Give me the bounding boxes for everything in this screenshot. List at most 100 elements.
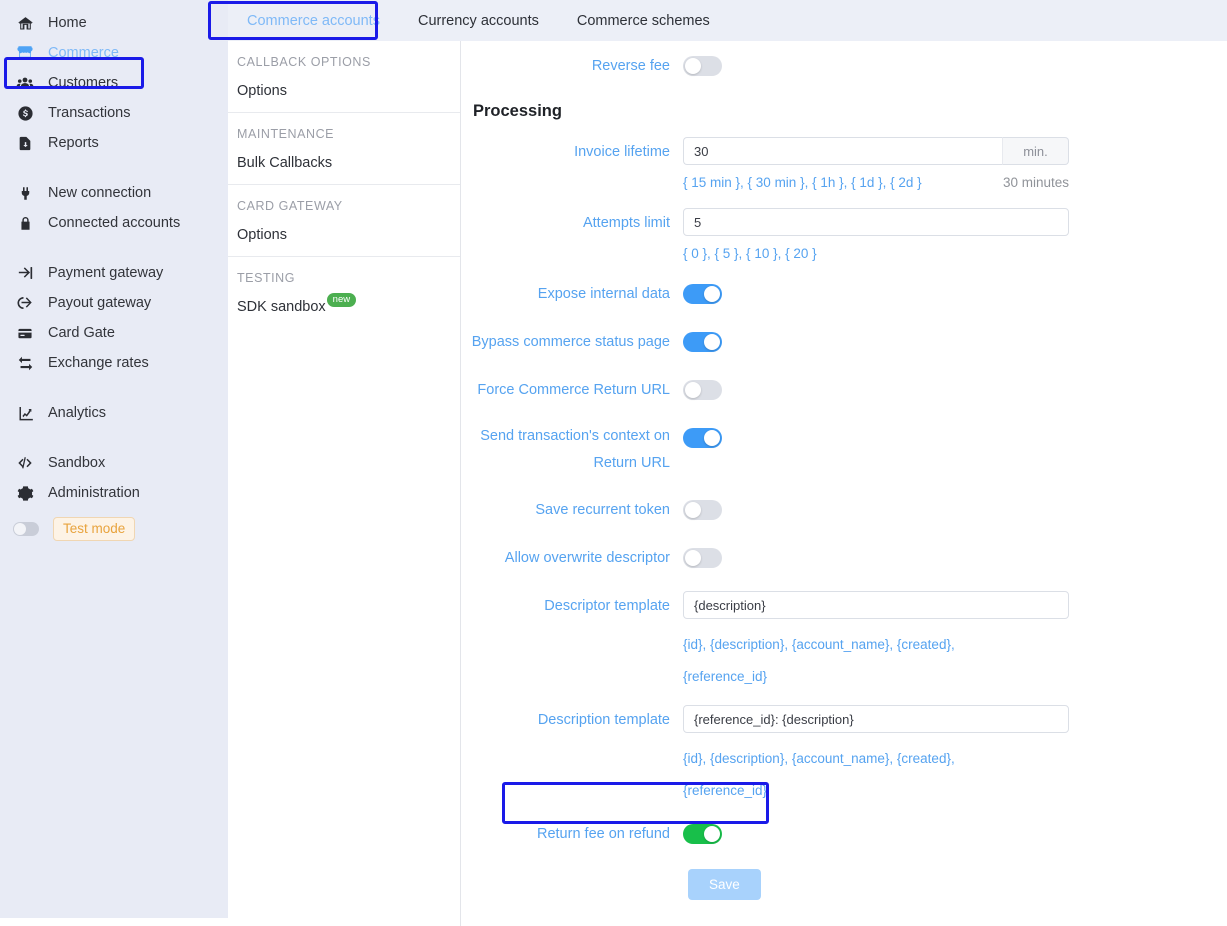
sidebar-item-new-connection[interactable]: New connection xyxy=(0,178,228,208)
descriptor-template-hints: {id}, {description}, {account_name}, {cr… xyxy=(683,629,1069,693)
description-template-vars: {id}, {description}, {account_name}, {cr… xyxy=(683,743,983,807)
tab-commerce-schemes[interactable]: Commerce schemes xyxy=(558,0,729,41)
bypass-commerce-status-page-toggle[interactable] xyxy=(683,332,722,352)
new-badge: new xyxy=(326,293,357,308)
exchange-icon xyxy=(16,354,34,372)
sidebar-item-reports[interactable]: Reports xyxy=(0,128,228,158)
allow-overwrite-descriptor-toggle[interactable] xyxy=(683,548,722,568)
code-icon xyxy=(16,454,34,472)
subnav-title: TESTING xyxy=(237,271,296,285)
tab-commerce-accounts[interactable]: Commerce accounts xyxy=(228,0,399,41)
description-template-input[interactable] xyxy=(683,705,1069,733)
row-send-transaction-context: Send transaction's context on Return URL xyxy=(461,423,1227,477)
row-return-fee-on-refund: Return fee on refund xyxy=(461,819,1227,849)
subnav-link-label: Bulk Callbacks xyxy=(237,155,333,171)
subnav-item-options-card[interactable]: Options xyxy=(237,227,287,243)
commerce-account-form: Reverse fee Processing Invoice lifetime … xyxy=(461,41,1227,900)
sidebar-label: Administration xyxy=(48,485,140,501)
store-icon xyxy=(16,44,34,62)
descriptor-template-field: {id}, {description}, {account_name}, {cr… xyxy=(683,591,1227,693)
sidebar-label: Payout gateway xyxy=(48,295,152,311)
subnav-group-testing: TESTING SDK sandbox new xyxy=(228,257,460,328)
allow-overwrite-descriptor-label: Allow overwrite descriptor xyxy=(504,550,670,566)
invoice-lifetime-hints: { 15 min }, { 30 min }, { 1h }, { 1d }, … xyxy=(683,175,1069,190)
tab-currency-accounts[interactable]: Currency accounts xyxy=(399,0,558,41)
reverse-fee-label: Reverse fee xyxy=(591,58,670,74)
allow-overwrite-descriptor-field xyxy=(683,543,1227,573)
lock-icon xyxy=(16,214,34,232)
force-commerce-return-url-label: Force Commerce Return URL xyxy=(477,382,670,398)
description-template-vars-line2: {reference_id} xyxy=(683,783,768,798)
sidebar-label: Home xyxy=(48,15,87,31)
save-recurrent-token-toggle[interactable] xyxy=(683,500,722,520)
sidebar-label: Sandbox xyxy=(48,455,106,471)
force-commerce-return-url-toggle[interactable] xyxy=(683,380,722,400)
descriptor-template-input-wrap xyxy=(683,591,1069,619)
descriptor-template-label: Descriptor template xyxy=(544,598,670,614)
invoice-lifetime-label: Invoice lifetime xyxy=(574,144,670,160)
row-bypass-commerce-status-page: Bypass commerce status page xyxy=(461,327,1227,357)
report-document-icon xyxy=(16,134,34,152)
sidebar-item-payment-gateway[interactable]: Payment gateway xyxy=(0,258,228,288)
subnav-link-label: Options xyxy=(237,83,287,99)
subnav-link-label: SDK sandbox xyxy=(237,299,326,315)
description-template-input-wrap xyxy=(683,705,1069,733)
attempts-limit-presets[interactable]: { 0 }, { 5 }, { 10 }, { 20 } xyxy=(683,246,817,261)
sidebar-item-sandbox[interactable]: Sandbox xyxy=(0,448,228,478)
row-save-recurrent-token: Save recurrent token xyxy=(461,495,1227,525)
sidebar-label: Exchange rates xyxy=(48,355,149,371)
app-root: Home Commerce Customers Transactions Rep… xyxy=(0,0,1227,926)
attempts-limit-input[interactable] xyxy=(683,208,1069,236)
subnav-item-sdk-sandbox[interactable]: SDK sandbox new xyxy=(237,293,357,315)
subnav-group-card-gateway: CARD GATEWAY Options xyxy=(228,185,460,257)
attempts-limit-field: { 0 }, { 5 }, { 10 }, { 20 } xyxy=(683,208,1227,261)
sidebar-item-customers[interactable]: Customers xyxy=(0,68,228,98)
send-transaction-context-label-line2: Return URL xyxy=(593,455,670,471)
sidebar-item-administration[interactable]: Administration xyxy=(0,478,228,508)
expose-internal-data-toggle[interactable] xyxy=(683,284,722,304)
sidebar-divider-4 xyxy=(0,428,228,448)
force-commerce-return-url-field xyxy=(683,375,1227,405)
subnav-item-options-callback[interactable]: Options xyxy=(237,83,287,99)
test-mode-badge[interactable]: Test mode xyxy=(53,517,136,541)
reverse-fee-toggle[interactable] xyxy=(683,56,722,76)
row-reverse-fee: Reverse fee xyxy=(461,51,1227,81)
row-force-commerce-return-url: Force Commerce Return URL xyxy=(461,375,1227,405)
sidebar-item-analytics[interactable]: Analytics xyxy=(0,398,228,428)
bypass-commerce-status-page-label: Bypass commerce status page xyxy=(471,334,670,350)
sidebar-item-home[interactable]: Home xyxy=(0,8,228,38)
description-template-field: {id}, {description}, {account_name}, {cr… xyxy=(683,705,1227,807)
subnav-item-bulk-callbacks[interactable]: Bulk Callbacks xyxy=(237,155,332,171)
sidebar-item-commerce[interactable]: Commerce xyxy=(0,38,228,68)
dollar-circle-icon xyxy=(16,104,34,122)
reverse-fee-field xyxy=(683,51,1227,81)
tab-label: Commerce schemes xyxy=(576,12,710,29)
return-fee-on-refund-toggle[interactable] xyxy=(683,824,722,844)
descriptor-template-vars-line2: {reference_id} xyxy=(683,669,768,684)
descriptor-template-input[interactable] xyxy=(683,591,1069,619)
sidebar-label: New connection xyxy=(48,185,152,201)
descriptor-template-vars: {id}, {description}, {account_name}, {cr… xyxy=(683,629,983,693)
invoice-lifetime-presets[interactable]: { 15 min }, { 30 min }, { 1h }, { 1d }, … xyxy=(683,175,922,190)
subnav-title: CARD GATEWAY xyxy=(237,199,343,213)
sidebar-label: Card Gate xyxy=(48,325,115,341)
sidebar-item-payout-gateway[interactable]: Payout gateway xyxy=(0,288,228,318)
sidebar-item-exchange-rates[interactable]: Exchange rates xyxy=(0,348,228,378)
sidebar-item-connected-accounts[interactable]: Connected accounts xyxy=(0,208,228,238)
gear-icon xyxy=(16,484,34,502)
sidebar-item-transactions[interactable]: Transactions xyxy=(0,98,228,128)
save-button[interactable]: Save xyxy=(688,869,761,900)
row-description-template: Description template {id}, {description}… xyxy=(461,705,1227,807)
test-mode-toggle[interactable] xyxy=(13,522,39,536)
row-expose-internal-data: Expose internal data xyxy=(461,279,1227,309)
subnav-link-label: Options xyxy=(237,227,287,243)
sidebar-label: Transactions xyxy=(48,105,131,121)
row-invoice-lifetime: Invoice lifetime min. { 15 min }, { 30 m… xyxy=(461,137,1227,190)
invoice-lifetime-input[interactable] xyxy=(683,137,1002,165)
sidebar-item-card-gate[interactable]: Card Gate xyxy=(0,318,228,348)
send-transaction-context-toggle[interactable] xyxy=(683,428,722,448)
return-fee-on-refund-label: Return fee on refund xyxy=(536,826,670,842)
processing-section-heading: Processing xyxy=(473,102,562,120)
